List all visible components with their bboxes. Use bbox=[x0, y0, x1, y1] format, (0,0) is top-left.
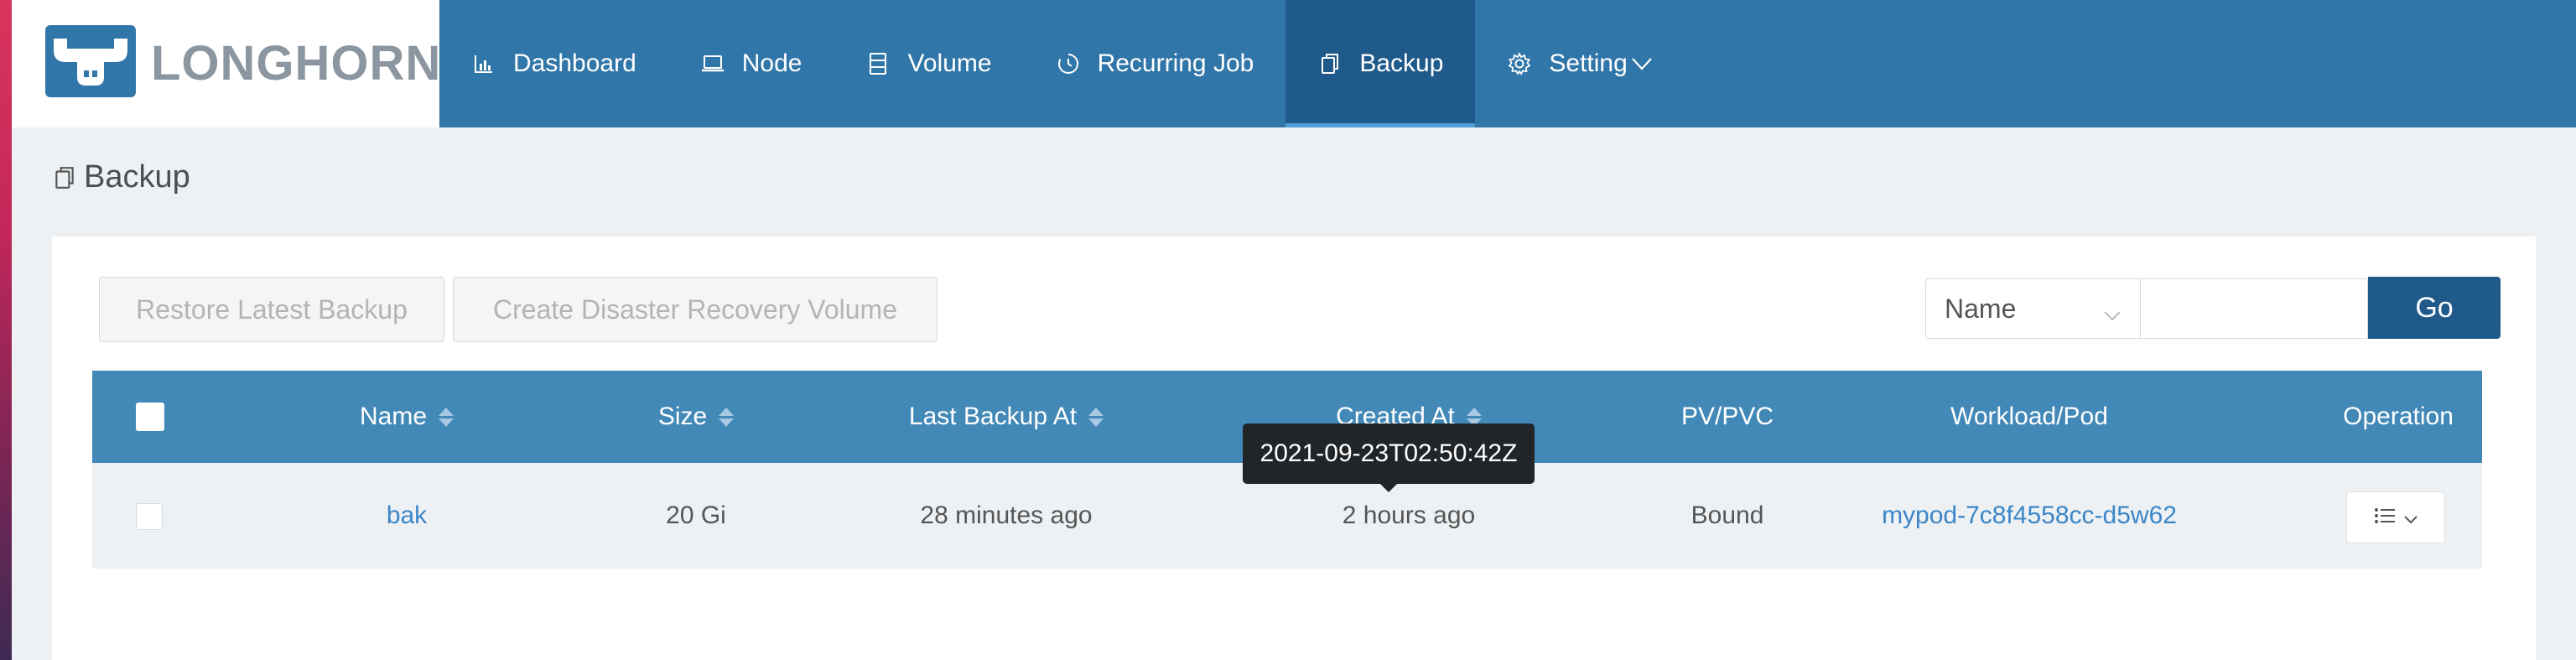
search-field-value: Name bbox=[1945, 293, 2017, 324]
nav-recurring-job-label: Recurring Job bbox=[1097, 49, 1254, 77]
laptop-icon bbox=[700, 51, 725, 76]
nav-node-label: Node bbox=[741, 49, 802, 77]
list-icon bbox=[2373, 503, 2397, 532]
column-workload-pod: Workload/Pod bbox=[1950, 403, 2108, 430]
row-checkbox[interactable] bbox=[136, 503, 163, 530]
pv-pvc-status: Bound bbox=[1690, 501, 1764, 529]
sort-icon bbox=[719, 407, 735, 427]
backup-size: 20 Gi bbox=[666, 501, 726, 529]
copy-icon bbox=[1317, 51, 1343, 76]
created-at[interactable]: 2 hours ago bbox=[1343, 501, 1475, 530]
column-last-backup-at[interactable]: Last Backup At bbox=[830, 371, 1182, 463]
nav-node[interactable]: Node bbox=[668, 0, 834, 127]
nav-volume[interactable]: Volume bbox=[834, 0, 1023, 127]
column-operation: Operation bbox=[2343, 403, 2454, 430]
select-all-checkbox[interactable] bbox=[136, 403, 164, 431]
search-field-select[interactable]: Name bbox=[1925, 278, 2140, 339]
operation-menu-button[interactable] bbox=[2346, 491, 2445, 543]
go-button[interactable]: Go bbox=[2368, 277, 2501, 339]
bar-chart-icon bbox=[471, 51, 496, 76]
desktop-edge bbox=[0, 0, 12, 660]
backup-name-link[interactable]: bak bbox=[387, 501, 427, 530]
nav-setting[interactable]: Setting bbox=[1475, 0, 1684, 127]
longhorn-logo-icon bbox=[45, 25, 136, 97]
nav-volume-label: Volume bbox=[907, 49, 992, 77]
column-size[interactable]: Size bbox=[595, 371, 797, 463]
copy-icon bbox=[54, 165, 75, 190]
sort-icon bbox=[439, 407, 454, 427]
sort-icon bbox=[1088, 407, 1104, 427]
brand[interactable]: LONGHORN bbox=[12, 0, 442, 127]
create-disaster-recovery-volume-button[interactable]: Create Disaster Recovery Volume bbox=[453, 277, 937, 342]
chevron-down-icon bbox=[2103, 298, 2122, 329]
brand-name: LONGHORN bbox=[151, 36, 442, 91]
nav-backup[interactable]: Backup bbox=[1285, 0, 1476, 127]
clock-icon bbox=[1056, 51, 1081, 76]
top-header: LONGHORN Dashboard Node Volume Recurring… bbox=[12, 0, 2576, 127]
nav-backup-label: Backup bbox=[1359, 49, 1444, 77]
main-nav: Dashboard Node Volume Recurring Job Back… bbox=[439, 0, 1685, 127]
chevron-down-icon bbox=[2403, 503, 2418, 532]
column-pv-pvc: PV/PVC bbox=[1680, 403, 1774, 430]
gear-icon bbox=[1507, 51, 1532, 76]
created-at-tooltip: 2021-09-23T02:50:42Z bbox=[1243, 424, 1535, 492]
last-backup-at: 28 minutes ago bbox=[920, 501, 1093, 529]
nav-dashboard-label: Dashboard bbox=[513, 49, 636, 77]
restore-latest-backup-button[interactable]: Restore Latest Backup bbox=[99, 277, 444, 342]
app-window: LONGHORN Dashboard Node Volume Recurring… bbox=[12, 0, 2576, 660]
database-icon bbox=[865, 51, 891, 76]
chevron-down-icon bbox=[1631, 56, 1653, 71]
nav-setting-label: Setting bbox=[1549, 49, 1628, 77]
nav-recurring-job[interactable]: Recurring Job bbox=[1024, 0, 1286, 127]
column-name[interactable]: Name bbox=[302, 371, 512, 463]
search-input[interactable] bbox=[2140, 278, 2368, 339]
page-title: Backup bbox=[54, 159, 190, 195]
page-title-text: Backup bbox=[84, 159, 190, 195]
nav-dashboard[interactable]: Dashboard bbox=[439, 0, 668, 127]
workload-pod-link[interactable]: mypod-7c8f4558cc-d5w62 bbox=[1882, 501, 2177, 530]
